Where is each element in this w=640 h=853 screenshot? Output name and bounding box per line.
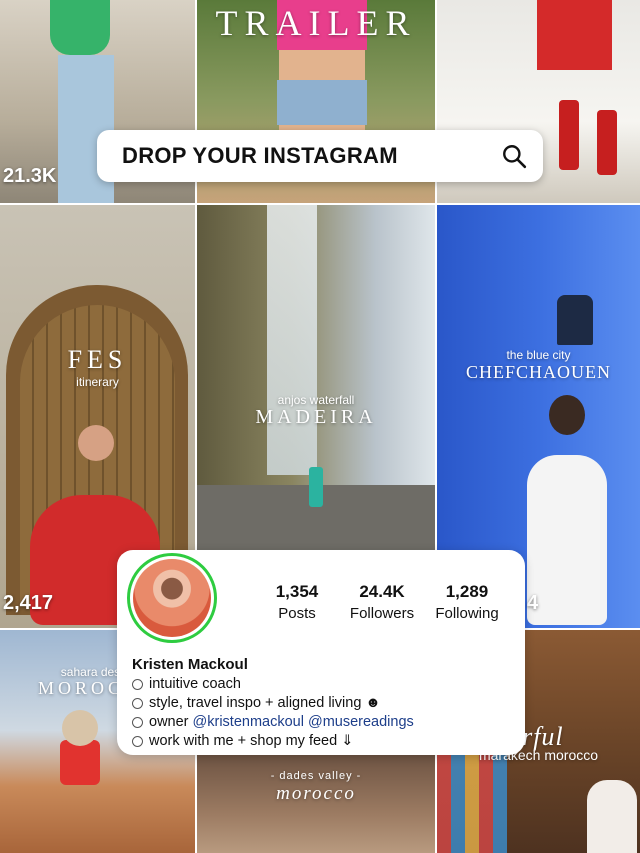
bio-line: work with me + shop my feed ⇓ xyxy=(132,732,414,751)
bio-line: owner @kristenmackoul @musereadings xyxy=(132,713,414,732)
tile-caption: TRAILER xyxy=(215,3,417,43)
stat-posts[interactable]: 1,354 Posts xyxy=(267,582,327,622)
tile-caption: FES xyxy=(67,345,128,374)
stat-following[interactable]: 1,289 Following xyxy=(431,582,503,622)
tile-caption: CHEFCHAOUEN xyxy=(465,362,611,382)
profile-card: 1,354 Posts 24.4K Followers 1,289 Follow… xyxy=(117,550,525,755)
search-icon[interactable] xyxy=(501,143,527,169)
view-count: 4 xyxy=(527,592,539,614)
tile-caption: morocco xyxy=(276,783,356,804)
circle-icon xyxy=(132,717,143,728)
profile-name: Kristen Mackoul xyxy=(132,656,248,673)
avatar xyxy=(133,559,211,637)
circle-icon xyxy=(132,698,143,709)
tile-caption-small: anjos waterfall xyxy=(277,393,355,407)
profile-bio: intuitive coach style, travel inspo + al… xyxy=(132,675,414,751)
bio-line: intuitive coach xyxy=(132,675,414,694)
view-count: 2,417 xyxy=(3,592,54,614)
post-tile[interactable]: - dades valley - morocco xyxy=(197,755,435,853)
instagram-search-bar[interactable]: DROP YOUR INSTAGRAM xyxy=(97,130,543,182)
tile-caption: MADEIRA xyxy=(255,406,377,428)
view-count: 21.3K xyxy=(3,165,57,187)
search-input[interactable]: DROP YOUR INSTAGRAM xyxy=(122,143,398,169)
post-tile[interactable]: anjos waterfall MADEIRA xyxy=(197,205,435,550)
circle-icon xyxy=(132,736,143,747)
tile-caption-small: itinerary xyxy=(76,375,119,389)
story-ring[interactable] xyxy=(127,553,217,643)
tile-caption-small: - dades valley - xyxy=(270,770,362,782)
circle-icon xyxy=(132,679,143,690)
bio-links[interactable]: @kristenmackoul @musereadings xyxy=(193,713,414,732)
stat-followers[interactable]: 24.4K Followers xyxy=(345,582,419,622)
bio-line: style, travel inspo + aligned living ☻ xyxy=(132,694,414,713)
tile-caption-small: the blue city xyxy=(506,348,571,362)
